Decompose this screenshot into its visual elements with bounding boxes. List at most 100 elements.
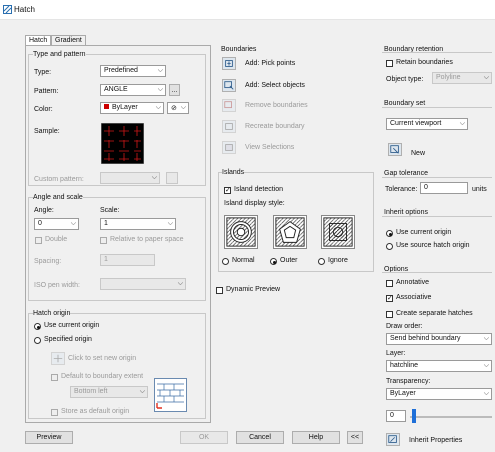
store-default-origin-checkbox[interactable] xyxy=(51,409,58,416)
crosshair-icon xyxy=(53,354,63,363)
chevron-down-icon: ⌵ xyxy=(151,174,157,181)
select-objects-icon xyxy=(224,81,234,90)
retain-boundaries-checkbox[interactable] xyxy=(386,60,393,67)
pattern-sample-swatch[interactable] xyxy=(101,123,144,164)
hatch-app-icon xyxy=(3,5,12,14)
tolerance-input[interactable]: 0 xyxy=(420,182,468,194)
layer-select[interactable]: hatchline ⌵ xyxy=(386,360,492,372)
inherit-source-origin-radio[interactable] xyxy=(386,243,393,250)
type-label: Type: xyxy=(34,69,52,76)
island-ignore-preview[interactable] xyxy=(321,215,355,249)
retain-boundaries-label: Retain boundaries xyxy=(396,59,453,66)
annotative-label: Annotative xyxy=(396,279,430,286)
no-fill-icon: ⊘ xyxy=(171,105,177,112)
boundary-set-label: Boundary set xyxy=(384,100,426,107)
double-checkbox[interactable] xyxy=(35,237,42,244)
island-outer-radio[interactable] xyxy=(270,258,277,265)
specified-origin-radio[interactable] xyxy=(34,337,41,344)
window-title: Hatch xyxy=(14,5,35,14)
add-pick-points-label[interactable]: Add: Pick points xyxy=(245,60,295,67)
chevron-down-icon: ⌵ xyxy=(483,335,489,342)
transparency-select[interactable]: ByLayer ⌵ xyxy=(386,388,492,400)
scale-select[interactable]: 1 ⌵ xyxy=(100,218,176,230)
island-detection-checkbox[interactable] xyxy=(224,186,231,194)
transparency-slider-track[interactable] xyxy=(410,416,492,418)
new-boundary-set-label: New xyxy=(411,150,426,157)
hatch-dialog: Hatch Hatch Gradient Type and pattern Ty… xyxy=(0,0,495,452)
new-boundary-set-button[interactable] xyxy=(388,143,402,156)
color-label: Color: xyxy=(34,106,53,113)
preview-button[interactable]: Preview xyxy=(25,431,73,444)
custom-pattern-browse-button[interactable] xyxy=(166,172,178,184)
island-normal-preview[interactable] xyxy=(224,215,258,249)
click-set-origin-label: Click to set new origin xyxy=(68,355,137,362)
relative-paper-space-label: Relative to paper space xyxy=(110,236,184,243)
chevron-down-icon: ⌵ xyxy=(459,120,465,127)
specified-origin-label: Specified origin xyxy=(44,336,92,343)
view-selections-button[interactable] xyxy=(222,141,236,154)
add-select-objects-button[interactable] xyxy=(222,79,236,92)
recreate-boundary-button[interactable] xyxy=(222,120,236,133)
spacing-input[interactable]: 1 xyxy=(100,254,155,266)
transparency-slider-thumb[interactable] xyxy=(412,409,416,423)
use-current-origin-radio[interactable] xyxy=(34,323,41,330)
store-default-origin-label: Store as default origin xyxy=(61,408,130,415)
cancel-button[interactable]: Cancel xyxy=(236,431,284,444)
double-label: Double xyxy=(45,236,68,243)
remove-boundaries-button[interactable] xyxy=(222,99,236,112)
pattern-browse-button[interactable]: ... xyxy=(169,84,180,96)
island-ignore-label: Ignore xyxy=(328,257,348,264)
dynamic-preview-label: Dynamic Preview xyxy=(226,286,281,293)
island-detection-label: Island detection xyxy=(234,186,284,193)
transparency-value-input[interactable]: 0 xyxy=(386,410,406,422)
draw-order-select[interactable]: Send behind boundary ⌵ xyxy=(386,333,492,345)
associative-checkbox[interactable] xyxy=(386,294,393,302)
dynamic-preview-checkbox[interactable] xyxy=(216,287,223,294)
remove-boundaries-icon xyxy=(224,101,232,109)
ok-button[interactable]: OK xyxy=(180,431,228,444)
inherit-properties-icon xyxy=(388,435,397,443)
iso-pen-width-select[interactable]: ⌵ xyxy=(100,278,186,290)
origin-preview-icon xyxy=(154,378,187,412)
annotative-checkbox[interactable] xyxy=(386,280,393,287)
pattern-select[interactable]: ANGLE ⌵ xyxy=(100,84,166,96)
add-pick-points-button[interactable] xyxy=(222,57,236,70)
draw-order-label: Draw order: xyxy=(386,323,423,330)
island-outer-preview[interactable] xyxy=(273,215,307,249)
help-button[interactable]: Help xyxy=(292,431,340,444)
custom-pattern-select[interactable]: ⌵ xyxy=(100,172,160,184)
separate-hatches-checkbox[interactable] xyxy=(386,311,393,318)
chevron-down-icon: ⌵ xyxy=(180,104,186,111)
inherit-current-origin-label: Use current origin xyxy=(396,229,452,236)
inherit-properties-button[interactable] xyxy=(386,433,400,446)
island-outer-label: Outer xyxy=(280,257,298,264)
color-select[interactable]: ByLayer ⌵ xyxy=(100,102,164,114)
add-select-objects-label[interactable]: Add: Select objects xyxy=(245,82,305,89)
island-normal-radio[interactable] xyxy=(222,258,229,265)
chevron-down-icon: ⌵ xyxy=(483,362,489,369)
object-type-select[interactable]: Polyline ⌵ xyxy=(432,72,492,84)
view-selections-label[interactable]: View Selections xyxy=(245,144,294,151)
type-pattern-label: Type and pattern xyxy=(33,51,86,58)
click-set-origin-button[interactable] xyxy=(51,352,65,365)
island-ignore-radio[interactable] xyxy=(318,258,325,265)
boundary-set-select[interactable]: Current viewport ⌵ xyxy=(386,118,468,130)
remove-boundaries-label[interactable]: Remove boundaries xyxy=(245,102,308,109)
hatch-origin-label: Hatch origin xyxy=(33,310,71,317)
background-color-select[interactable]: ⊘ ⌵ xyxy=(167,102,189,114)
gap-tolerance-label: Gap tolerance xyxy=(384,170,428,177)
custom-pattern-label: Custom pattern: xyxy=(34,176,84,183)
collapse-button[interactable]: << xyxy=(347,431,363,444)
layer-label: Layer: xyxy=(386,350,406,357)
relative-paper-space-checkbox[interactable] xyxy=(100,237,107,244)
default-boundary-extent-checkbox[interactable] xyxy=(51,374,58,381)
scale-label: Scale: xyxy=(100,207,120,214)
angle-select[interactable]: 0 ⌵ xyxy=(34,218,79,230)
associative-label: Associative xyxy=(396,294,432,301)
angle-label: Angle: xyxy=(34,207,54,214)
recreate-boundary-label[interactable]: Recreate boundary xyxy=(245,123,305,130)
pattern-label: Pattern: xyxy=(34,88,59,95)
inherit-current-origin-radio[interactable] xyxy=(386,230,393,237)
boundary-extent-select[interactable]: Bottom left ⌵ xyxy=(70,386,148,398)
type-select[interactable]: Predefined ⌵ xyxy=(100,65,166,77)
